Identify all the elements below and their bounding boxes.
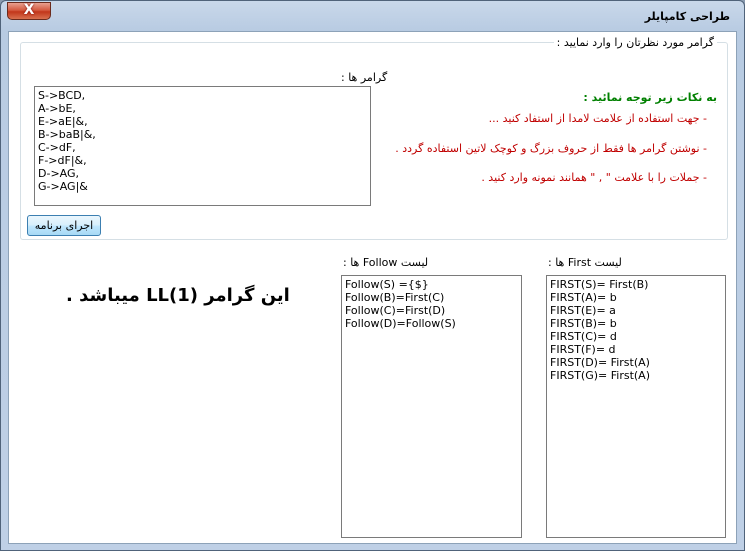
first-list-box[interactable]: FIRST(S)= First(B) FIRST(A)= b FIRST(E)= a… xyxy=(546,275,726,538)
follow-list-item: Follow(C)=First(D) xyxy=(345,304,446,317)
window-title: طراحی کامپایلر xyxy=(644,10,730,23)
first-list-item: FIRST(A)= b xyxy=(550,291,617,304)
first-list-item: FIRST(S)= First(B) xyxy=(550,278,649,291)
follow-list-item: Follow(B)=First(C) xyxy=(345,291,445,304)
run-program-button[interactable]: اجرای برنامه xyxy=(27,215,101,236)
follow-list-item: Follow(D)=Follow(S) xyxy=(345,317,456,330)
client-area: گرامر مورد نظرتان را وارد نمایید : گرامر… xyxy=(8,31,737,544)
first-list-item: FIRST(F)= d xyxy=(550,343,616,356)
follow-list-label: لیست Follow ها : xyxy=(343,256,429,269)
first-list-item: FIRST(C)= d xyxy=(550,330,617,343)
first-list-label: لیست First ها : xyxy=(548,256,622,269)
first-list-item: FIRST(D)= First(A) xyxy=(550,356,650,369)
grammar-groupbox: گرامر مورد نظرتان را وارد نمایید : گرامر… xyxy=(20,36,728,240)
note-item: - جهت استفاده از علامت لامدا از استفاد ک… xyxy=(488,112,707,125)
result-text: این گرامر LL(1) میباشد . xyxy=(66,285,290,306)
follow-list-item: Follow(S) ={$} xyxy=(345,278,429,291)
grammar-label: گرامر ها : xyxy=(341,71,388,84)
notes-title: به نکات زیر توجه نمائید : xyxy=(583,91,717,104)
grammar-line: B->baB|&, xyxy=(38,128,96,141)
main-window: X طراحی کامپایلر گرامر مورد نظرتان را وا… xyxy=(0,0,745,551)
close-button[interactable]: X xyxy=(7,2,51,20)
groupbox-caption: گرامر مورد نظرتان را وارد نمایید : xyxy=(553,36,717,49)
title-bar[interactable]: X طراحی کامپایلر xyxy=(1,1,744,31)
grammar-line: F->dF|&, xyxy=(38,154,87,167)
first-list-item: FIRST(B)= b xyxy=(550,317,617,330)
first-list-item: FIRST(E)= a xyxy=(550,304,616,317)
grammar-line: D->AG, xyxy=(38,167,80,180)
grammar-line: S->BCD, xyxy=(38,89,86,102)
follow-list-box[interactable]: Follow(S) ={$} Follow(B)=First(C) Follow(C… xyxy=(341,275,522,538)
note-item: - نوشتن گرامر ها فقط از حروف بزرگ و کوچک… xyxy=(395,142,707,155)
grammar-line: E->aE|&, xyxy=(38,115,88,128)
note-item: - جملات را با علامت " , " همانند نمونه و… xyxy=(481,171,707,184)
grammar-line: C->dF, xyxy=(38,141,76,154)
grammar-line: A->bE, xyxy=(38,102,76,115)
first-list-item: FIRST(G)= First(A) xyxy=(550,369,650,382)
grammar-line: G->AG|& xyxy=(38,180,88,193)
close-icon: X xyxy=(23,2,35,18)
grammar-textarea[interactable]: S->BCD, A->bE, E->aE|&, B->baB|&, C->dF, F->d… xyxy=(34,86,371,206)
